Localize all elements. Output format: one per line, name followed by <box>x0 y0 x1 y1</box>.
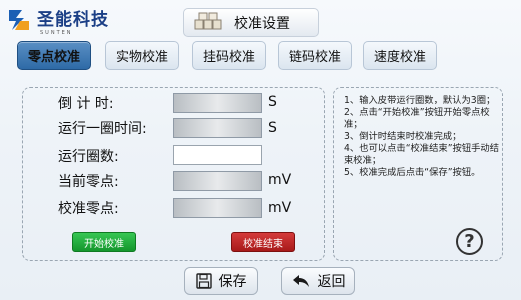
page-title-box: 校准设置 <box>183 8 319 37</box>
instructions-list: 1、输入皮带运行圈数，默认为3圈； 2、点击“开始校准”按钮开始零点校准； 3、… <box>344 95 499 179</box>
brand-subtitle: SUNTEN <box>40 30 73 36</box>
calib-zero-display <box>173 198 262 218</box>
tab-zero-calibration[interactable]: 零点校准 <box>17 41 91 70</box>
tab-weight-calibration[interactable]: 挂码校准 <box>192 41 266 70</box>
calib-zero-unit: mV <box>268 200 292 216</box>
help-icon[interactable]: ? <box>456 228 483 255</box>
save-button[interactable]: 保存 <box>184 267 258 295</box>
start-calibration-button[interactable]: 开始校准 <box>72 232 136 252</box>
brand-logo-icon <box>6 7 32 33</box>
tab-chain-calibration[interactable]: 链码校准 <box>278 41 352 70</box>
page-title: 校准设置 <box>234 15 290 32</box>
countdown-display <box>173 93 262 113</box>
brand-logo: 圣能科技 SUNTEN <box>6 6 156 36</box>
current-zero-display <box>173 171 262 191</box>
back-button-label: 返回 <box>317 274 346 290</box>
instruction-item: 4、也可以点击“校准结束”按钮手动结束校准； <box>344 143 500 166</box>
laps-label: 运行圈数: <box>58 149 119 165</box>
instruction-item: 3、倒计时结束时校准完成； <box>344 131 462 142</box>
current-zero-label: 当前零点: <box>58 174 119 190</box>
instruction-item: 2、点击“开始校准”按钮开始零点校准； <box>344 107 490 130</box>
countdown-label: 倒 计 时: <box>58 96 114 112</box>
instruction-item: 5、校准完成后点击“保存”按钮。 <box>344 167 481 178</box>
tab-physical-calibration[interactable]: 实物校准 <box>105 41 179 70</box>
back-button[interactable]: 返回 <box>281 267 355 295</box>
lap-time-unit: S <box>268 120 277 136</box>
instruction-item: 1、输入皮带运行圈数，默认为3圈； <box>344 95 496 106</box>
save-icon <box>195 273 212 289</box>
lap-time-display <box>173 118 262 138</box>
end-calibration-button[interactable]: 校准结束 <box>231 232 295 252</box>
countdown-unit: S <box>268 94 277 110</box>
current-zero-unit: mV <box>268 172 292 188</box>
settings-icon <box>194 11 222 35</box>
laps-input[interactable] <box>173 145 262 165</box>
calib-zero-label: 校准零点: <box>58 201 119 217</box>
lap-time-label: 运行一圈时间: <box>58 121 147 137</box>
brand-name: 圣能科技 <box>37 10 109 30</box>
tab-speed-calibration[interactable]: 速度校准 <box>363 41 437 70</box>
back-icon <box>291 273 311 289</box>
save-button-label: 保存 <box>218 274 247 290</box>
